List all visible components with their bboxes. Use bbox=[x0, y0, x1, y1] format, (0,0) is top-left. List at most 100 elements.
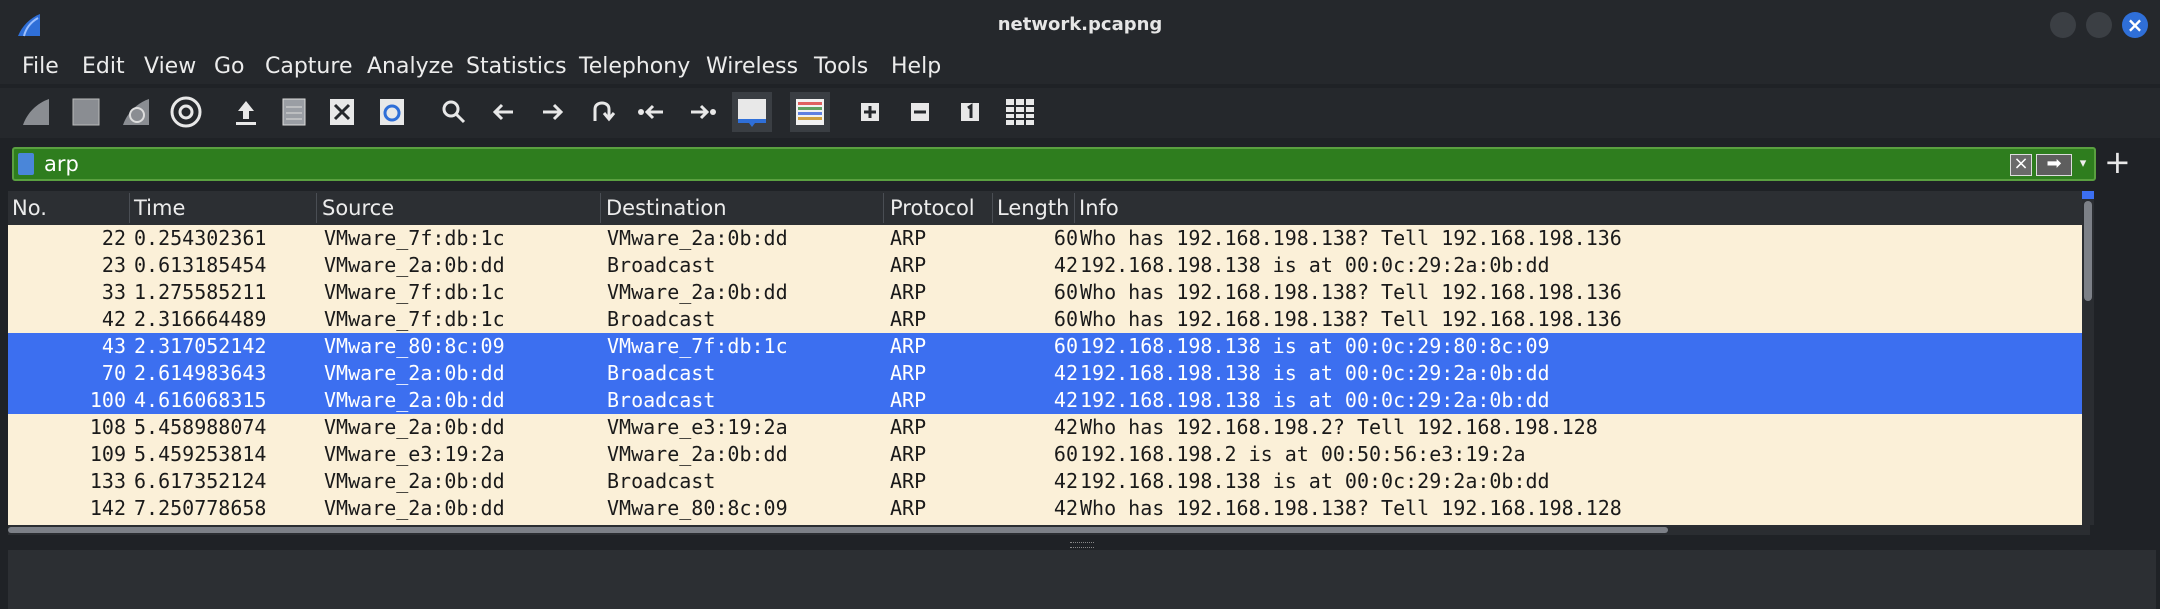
col-source[interactable]: Source bbox=[322, 196, 394, 220]
start-capture-icon[interactable] bbox=[16, 92, 56, 132]
resize-columns-icon[interactable] bbox=[1000, 92, 1040, 132]
cell-protocol: ARP bbox=[890, 415, 927, 439]
packet-row[interactable]: 100 4.616068315 VMware_2a:0b:dd Broadcast AR… bbox=[8, 387, 2090, 414]
col-destination[interactable]: Destination bbox=[606, 196, 727, 220]
display-filter-input[interactable]: arp × ➡ ▾ bbox=[12, 147, 2096, 181]
cell-info: Who has 192.168.198.138? Tell 192.168.19… bbox=[1080, 226, 1622, 250]
normal-size-icon[interactable] bbox=[950, 92, 990, 132]
packet-row[interactable]: 133 6.617352124 VMware_2a:0b:dd Broadcast AR… bbox=[8, 468, 2090, 495]
cell-protocol: ARP bbox=[890, 361, 927, 385]
pane-splitter[interactable] bbox=[0, 538, 2160, 550]
go-last-icon[interactable] bbox=[682, 92, 722, 132]
cell-source: VMware_80:8c:09 bbox=[324, 334, 505, 358]
col-time[interactable]: Time bbox=[134, 196, 185, 220]
save-file-icon[interactable] bbox=[274, 92, 314, 132]
add-filter-button[interactable]: + bbox=[2104, 146, 2131, 178]
menu-telephony[interactable]: Telephony bbox=[579, 54, 690, 79]
packet-list-header: No. Time Source Destination Protocol Len… bbox=[8, 191, 2090, 225]
column-divider[interactable] bbox=[316, 193, 317, 223]
packet-row[interactable]: 43 2.317052142 VMware_80:8c:09 VMware_7f:db… bbox=[8, 333, 2090, 360]
filter-bookmark-icon[interactable] bbox=[18, 153, 34, 175]
cell-info: 192.168.198.138 is at 00:0c:29:80:8c:09 bbox=[1080, 334, 1550, 358]
cell-length: 60 bbox=[1053, 307, 1078, 331]
scroll-thumb[interactable] bbox=[8, 527, 1668, 533]
cell-destination: VMware_80:8c:09 bbox=[607, 496, 788, 520]
cell-destination: Broadcast bbox=[607, 388, 716, 412]
packet-row[interactable]: 22 0.254302361 VMware_7f:db:1c VMware_2a:0b… bbox=[8, 225, 2090, 252]
stop-capture-icon[interactable] bbox=[66, 92, 106, 132]
close-file-icon[interactable] bbox=[322, 92, 362, 132]
cell-info: 192.168.198.138 is at 00:0c:29:2a:0b:dd bbox=[1080, 469, 1550, 493]
zoom-in-icon[interactable] bbox=[850, 92, 890, 132]
maximize-button[interactable] bbox=[2086, 12, 2112, 38]
column-divider[interactable] bbox=[129, 193, 130, 223]
reload-file-icon[interactable] bbox=[372, 92, 412, 132]
packet-row[interactable]: 108 5.458988074 VMware_2a:0b:dd VMware_e3:1… bbox=[8, 414, 2090, 441]
cell-length: 42 bbox=[1053, 415, 1078, 439]
cell-time: 0.613185454 bbox=[134, 253, 267, 277]
cell-protocol: ARP bbox=[890, 334, 927, 358]
cell-protocol: ARP bbox=[890, 388, 927, 412]
menu-capture[interactable]: Capture bbox=[265, 54, 352, 79]
cell-time: 5.458988074 bbox=[134, 415, 267, 439]
packet-list-horizontal-scrollbar[interactable] bbox=[8, 525, 2090, 535]
cell-protocol: ARP bbox=[890, 253, 927, 277]
menu-file[interactable]: File bbox=[22, 54, 59, 79]
cell-destination: VMware_7f:db:1c bbox=[607, 334, 788, 358]
zoom-out-icon[interactable] bbox=[900, 92, 940, 132]
filter-text[interactable]: arp bbox=[44, 152, 79, 176]
autoscroll-icon[interactable] bbox=[732, 92, 772, 132]
splitter-grip[interactable] bbox=[1070, 542, 1094, 548]
filter-history-dropdown[interactable]: ▾ bbox=[2076, 153, 2090, 175]
title-bar: network.pcapng × bbox=[0, 0, 2160, 50]
menu-statistics[interactable]: Statistics bbox=[466, 54, 567, 79]
col-length[interactable]: Length bbox=[997, 196, 1069, 220]
cell-info: Who has 192.168.198.138? Tell 192.168.19… bbox=[1080, 496, 1622, 520]
col-protocol[interactable]: Protocol bbox=[890, 196, 975, 220]
column-divider[interactable] bbox=[1074, 193, 1075, 223]
minimize-button[interactable] bbox=[2050, 12, 2076, 38]
go-to-packet-icon[interactable] bbox=[582, 92, 622, 132]
scroll-up-arrow[interactable] bbox=[2082, 191, 2094, 199]
column-divider[interactable] bbox=[992, 193, 993, 223]
cell-no: 42 bbox=[101, 307, 126, 331]
menu-help[interactable]: Help bbox=[891, 54, 941, 79]
packet-list-vertical-scrollbar[interactable] bbox=[2082, 191, 2094, 525]
scroll-thumb[interactable] bbox=[2084, 201, 2092, 301]
go-forward-icon[interactable] bbox=[532, 92, 572, 132]
cell-no: 43 bbox=[101, 334, 126, 358]
clear-filter-button[interactable]: × bbox=[2010, 154, 2032, 176]
capture-options-icon[interactable] bbox=[166, 92, 206, 132]
apply-filter-button[interactable]: ➡ bbox=[2036, 154, 2072, 176]
packet-row[interactable]: 109 5.459253814 VMware_e3:19:2a VMware_2a:0… bbox=[8, 441, 2090, 468]
cell-no: 109 bbox=[89, 442, 126, 466]
go-first-icon[interactable] bbox=[632, 92, 672, 132]
packet-row[interactable]: 33 1.275585211 VMware_7f:db:1c VMware_2a:0b… bbox=[8, 279, 2090, 306]
cell-destination: Broadcast bbox=[607, 253, 716, 277]
cell-info: 192.168.198.138 is at 00:0c:29:2a:0b:dd bbox=[1080, 388, 1550, 412]
column-divider[interactable] bbox=[600, 193, 601, 223]
packet-row[interactable]: 23 0.613185454 VMware_2a:0b:dd Broadcast ARP… bbox=[8, 252, 2090, 279]
restart-capture-icon[interactable] bbox=[116, 92, 156, 132]
colorize-icon[interactable] bbox=[790, 92, 830, 132]
packet-list: No. Time Source Destination Protocol Len… bbox=[8, 191, 2090, 525]
column-divider[interactable] bbox=[883, 193, 884, 223]
col-no[interactable]: No. bbox=[12, 196, 47, 220]
packet-row[interactable]: 42 2.316664489 VMware_7f:db:1c Broadcast ARP… bbox=[8, 306, 2090, 333]
menu-view[interactable]: View bbox=[144, 54, 196, 79]
cell-length: 60 bbox=[1053, 442, 1078, 466]
col-info[interactable]: Info bbox=[1079, 196, 1119, 220]
go-back-icon[interactable] bbox=[484, 92, 524, 132]
menu-edit[interactable]: Edit bbox=[82, 54, 125, 79]
menu-analyze[interactable]: Analyze bbox=[367, 54, 454, 79]
close-window-button[interactable]: × bbox=[2122, 12, 2148, 38]
cell-time: 2.317052142 bbox=[134, 334, 267, 358]
menu-go[interactable]: Go bbox=[214, 54, 245, 79]
packet-row[interactable]: 70 2.614983643 VMware_2a:0b:dd Broadcast ARP… bbox=[8, 360, 2090, 387]
window-title: network.pcapng bbox=[997, 14, 1163, 35]
open-file-icon[interactable] bbox=[226, 92, 266, 132]
packet-row[interactable]: 142 7.250778658 VMware_2a:0b:dd VMware_80:8… bbox=[8, 495, 2090, 522]
find-packet-icon[interactable] bbox=[434, 92, 474, 132]
menu-wireless[interactable]: Wireless bbox=[706, 54, 798, 79]
menu-tools[interactable]: Tools bbox=[814, 54, 868, 79]
